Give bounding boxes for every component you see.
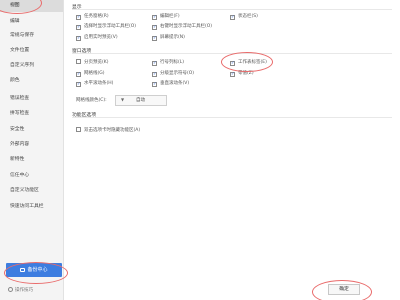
checkbox[interactable]: ✓ xyxy=(230,60,235,66)
option-status-bar[interactable]: ✓ 状态栏(S) xyxy=(230,13,258,20)
option-outline-symbols[interactable]: ✓ 分级显示符号(O) xyxy=(152,70,194,77)
option-label: 网格线(G) xyxy=(84,71,105,76)
sidebar-item-view[interactable]: 视图 xyxy=(0,0,63,12)
options-sidebar: 视图 编辑 常规与保存 文件位置 自定义序列 颜色 错误检查 拼写检查 安全性 … xyxy=(0,0,64,300)
operation-tips-label: 操作技巧 xyxy=(15,288,33,293)
sidebar-item-security[interactable]: 安全性 xyxy=(0,124,63,136)
checkbox[interactable] xyxy=(76,127,81,132)
checkbox[interactable]: ✓ xyxy=(152,35,157,41)
confirm-button[interactable]: 确定 xyxy=(328,284,360,295)
sidebar-item-new-features[interactable]: 新特性 xyxy=(0,154,63,166)
option-gridlines[interactable]: ✓ 网格线(G) xyxy=(76,70,105,77)
option-label: 零值(Z) xyxy=(238,71,254,76)
operation-tips-link[interactable]: 操作技巧 xyxy=(8,287,33,293)
sidebar-item-spell-check[interactable]: 拼写检查 xyxy=(0,108,63,120)
option-page-break-preview[interactable]: 分页预览(K) xyxy=(76,59,108,66)
sidebar-item-edit[interactable]: 编辑 xyxy=(0,16,63,28)
checkbox[interactable]: ✓ xyxy=(76,81,81,87)
section-divider xyxy=(72,9,392,10)
option-label: 选择时显示浮动工具栏(O) xyxy=(84,24,137,29)
backup-icon xyxy=(20,267,26,272)
gridline-color-label: 网格线颜色(C): xyxy=(76,98,107,103)
sidebar-item-trust-center[interactable]: 信任中心 xyxy=(0,170,63,182)
checkbox[interactable]: ✓ xyxy=(76,71,81,77)
sidebar-item-general-save[interactable]: 常规与保存 xyxy=(0,30,63,42)
backup-center-label: 备份中心 xyxy=(27,267,48,273)
option-hide-ribbon-on-double-click[interactable]: 双击选项卡时隐藏功能区(A) xyxy=(76,127,140,134)
sidebar-item-file-location[interactable]: 文件位置 xyxy=(0,45,63,57)
option-label: 分页预览(K) xyxy=(84,60,109,66)
checkbox[interactable]: ✓ xyxy=(152,14,157,20)
sidebar-item-color[interactable]: 颜色 xyxy=(0,75,63,87)
sidebar-item-error-check[interactable]: 错误检查 xyxy=(0,93,63,105)
checkbox[interactable]: ✓ xyxy=(152,81,157,87)
gridline-color-value: 自动 xyxy=(136,98,145,103)
checkbox[interactable]: ✓ xyxy=(76,14,81,20)
checkbox[interactable]: ✓ xyxy=(76,35,81,41)
sidebar-item-custom-list[interactable]: 自定义序列 xyxy=(0,60,63,72)
checkbox[interactable]: ✓ xyxy=(230,71,235,77)
option-label: 启用实时预览(V) xyxy=(84,35,118,40)
option-label: 编辑栏(F) xyxy=(160,14,180,19)
option-label: 任务窗格(R) xyxy=(84,14,109,19)
section-divider xyxy=(72,117,392,118)
checkbox[interactable]: ✓ xyxy=(152,24,157,30)
option-formula-bar[interactable]: ✓ 编辑栏(F) xyxy=(152,13,180,20)
sidebar-item-external-content[interactable]: 外部内容 xyxy=(0,139,63,151)
option-label: 右键时显示浮动工具栏(O) xyxy=(160,24,213,29)
option-screen-tips[interactable]: ✓ 屏幕提示(N) xyxy=(152,34,185,41)
sidebar-item-custom-ribbon[interactable]: 自定义功能区 xyxy=(0,185,63,197)
help-circle-icon xyxy=(8,287,13,292)
option-label: 行号列标(L) xyxy=(160,60,185,65)
gridline-color-select[interactable]: ▼ 自动 xyxy=(115,95,167,106)
option-row-col-headers[interactable]: ✓ 行号列标(L) xyxy=(152,59,184,66)
option-label: 工作表标签(E) xyxy=(238,60,267,65)
option-horizontal-scrollbar[interactable]: ✓ 水平滚动条(H) xyxy=(76,80,113,87)
option-label: 垂直滚动条(V) xyxy=(160,81,190,86)
option-label: 分级显示符号(O) xyxy=(160,71,195,76)
option-sheet-tabs[interactable]: ✓ 工作表标签(E) xyxy=(230,59,267,66)
section-divider xyxy=(72,53,392,54)
option-floating-toolbar-on-select[interactable]: ✓ 选择时显示浮动工具栏(O) xyxy=(76,23,136,30)
option-label: 水平滚动条(H) xyxy=(84,81,114,86)
option-label: 状态栏(S) xyxy=(238,14,258,19)
option-zero-values[interactable]: ✓ 零值(Z) xyxy=(230,70,254,77)
checkbox[interactable] xyxy=(76,59,81,64)
checkbox[interactable]: ✓ xyxy=(76,24,81,30)
option-label: 双击选项卡时隐藏功能区(A) xyxy=(84,128,141,134)
option-vertical-scrollbar[interactable]: ✓ 垂直滚动条(V) xyxy=(152,80,189,87)
sidebar-item-quick-access-toolbar[interactable]: 快速访问工具栏 xyxy=(0,201,63,213)
option-label: 屏幕提示(N) xyxy=(160,35,185,40)
option-live-preview[interactable]: ✓ 启用实时预览(V) xyxy=(76,34,118,41)
backup-center-button[interactable]: 备份中心 xyxy=(6,263,62,277)
checkbox[interactable]: ✓ xyxy=(152,71,157,77)
option-task-pane[interactable]: ✓ 任务窗格(R) xyxy=(76,13,109,20)
checkbox[interactable]: ✓ xyxy=(230,14,235,20)
option-floating-toolbar-on-right-click[interactable]: ✓ 右键时显示浮动工具栏(O) xyxy=(152,23,212,30)
chevron-down-icon: ▼ xyxy=(121,97,125,102)
checkbox[interactable]: ✓ xyxy=(152,60,157,66)
